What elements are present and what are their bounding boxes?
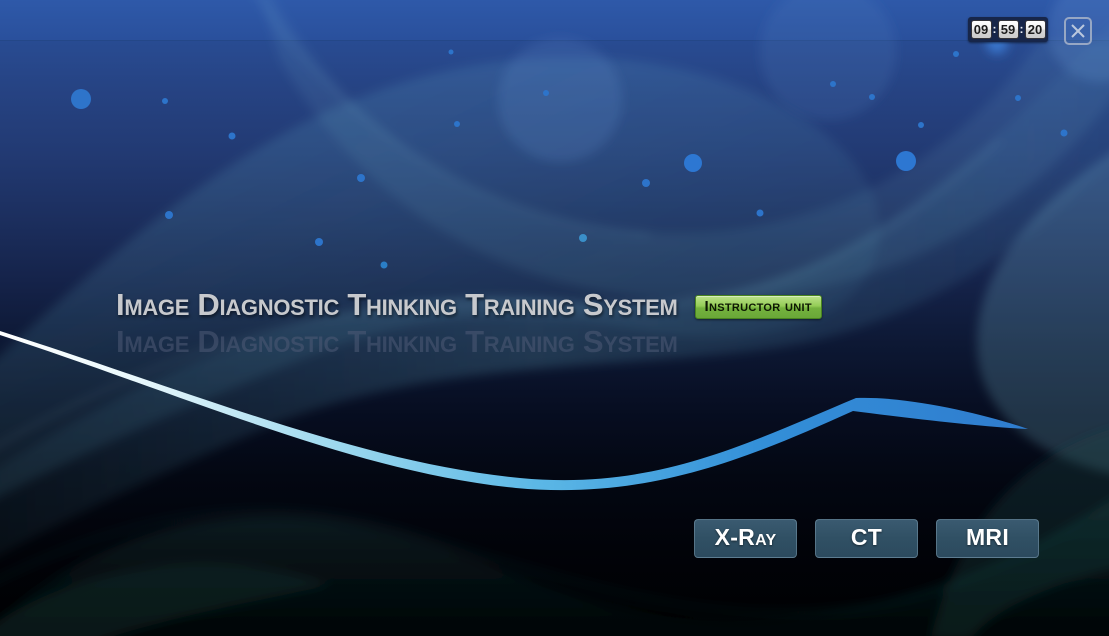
close-icon xyxy=(1070,23,1086,39)
page-title: Image Diagnostic Thinking Training Syste… xyxy=(116,288,678,322)
instructor-unit-badge: Instructor unit xyxy=(695,295,822,319)
clock-minutes: 59 xyxy=(998,20,1019,39)
clock-seconds: 20 xyxy=(1025,20,1046,39)
splash-screen: 09 : 59 : 20 Image Diagnostic Thinking T… xyxy=(0,0,1109,636)
ct-button[interactable]: CT xyxy=(815,519,918,558)
clock: 09 : 59 : 20 xyxy=(968,17,1048,42)
xray-button[interactable]: X-Ray xyxy=(694,519,797,558)
clock-colon: : xyxy=(1020,23,1024,35)
clock-colon: : xyxy=(993,23,997,35)
modality-button-row: X-Ray CT MRI xyxy=(694,519,1039,558)
clock-hours: 09 xyxy=(971,20,992,39)
page-title-reflection: Image Diagnostic Thinking Training Syste… xyxy=(116,325,678,359)
title-row: Image Diagnostic Thinking Training Syste… xyxy=(116,288,822,322)
mri-button[interactable]: MRI xyxy=(936,519,1039,558)
close-button[interactable] xyxy=(1064,17,1092,45)
